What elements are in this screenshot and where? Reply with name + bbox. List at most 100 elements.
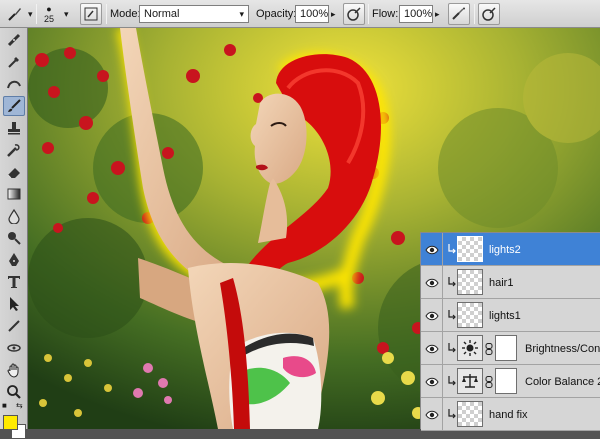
- eye-visibility-icon[interactable]: [421, 398, 443, 431]
- gradient-tool[interactable]: [3, 184, 25, 204]
- chevron-right-icon: ▸: [435, 8, 440, 19]
- flow-input[interactable]: 100%: [399, 5, 433, 23]
- zoom-tool[interactable]: [3, 382, 25, 402]
- tools-panel: ■ ⇆: [0, 28, 28, 439]
- healing-brush-tool[interactable]: [3, 30, 25, 50]
- tablet-pressure-icon: [347, 7, 361, 21]
- layer-thumbnail[interactable]: [457, 236, 483, 262]
- patch-tool[interactable]: [3, 74, 25, 94]
- eye-visibility-icon[interactable]: [421, 332, 443, 365]
- airbrush-button[interactable]: [448, 3, 470, 25]
- patch-icon: [7, 80, 21, 89]
- layer-thumbnail[interactable]: [457, 302, 483, 328]
- tablet-pressure-icon: [482, 7, 496, 21]
- swap-colors-icon[interactable]: ⇆: [16, 401, 23, 410]
- clipping-arrow-icon: [447, 309, 457, 321]
- eye-visibility-icon[interactable]: [421, 365, 443, 398]
- sun-icon: [457, 335, 483, 361]
- layer-row[interactable]: hair1: [421, 266, 600, 299]
- eye-visibility-icon[interactable]: [421, 299, 443, 332]
- brush-tool[interactable]: [3, 96, 25, 116]
- eraser-icon: [7, 168, 20, 179]
- divider: [106, 4, 107, 24]
- color-sampler-tool[interactable]: [3, 52, 25, 72]
- clipping-arrow-icon: [447, 408, 457, 420]
- layer-name: hand fix: [489, 408, 528, 421]
- eraser-tool[interactable]: [3, 162, 25, 182]
- layer-row[interactable]: lights2: [421, 233, 600, 266]
- balance-scale-icon: [457, 368, 483, 394]
- brush-size: 25: [44, 13, 55, 24]
- divider: [474, 4, 475, 24]
- brush-tool-icon: [4, 3, 26, 25]
- eye-visibility-icon[interactable]: [421, 233, 443, 266]
- options-bar: ▾ ● 25 ▾ Mode: Normal ▾ Opacity: 100% ▸: [0, 0, 600, 28]
- divider: [368, 4, 369, 24]
- dodge-icon: [8, 232, 21, 245]
- clipping-arrow-icon: [447, 243, 457, 255]
- flow-slider-toggle[interactable]: ▸: [435, 0, 440, 28]
- pen-nib-icon: [9, 253, 19, 266]
- layer-name: Color Balance 2: [525, 375, 600, 388]
- opacity-slider-toggle[interactable]: ▸: [331, 0, 336, 28]
- type-icon: [8, 276, 20, 288]
- pen-tool[interactable]: [3, 250, 25, 270]
- layer-name: lights1: [489, 309, 521, 322]
- chevron-down-icon: ▾: [239, 8, 244, 19]
- opacity-label: Opacity:: [256, 8, 297, 20]
- line-tool[interactable]: [3, 316, 25, 336]
- clipping-arrow-icon: [447, 342, 457, 354]
- layer-mask-thumbnail[interactable]: [495, 368, 517, 394]
- swap-colors-row: ■ ⇆: [2, 401, 26, 412]
- foreground-color-swatch[interactable]: [3, 415, 18, 430]
- clipping-arrow-icon: [447, 276, 457, 288]
- type-tool[interactable]: [3, 272, 25, 292]
- chain-link-icon[interactable]: [485, 343, 493, 355]
- layer-name: lights2: [489, 243, 521, 256]
- layers-panel: lights2 hair1 lights1 Brightness/Con... Colo…: [420, 232, 600, 431]
- line-icon: [8, 320, 20, 332]
- dodge-tool[interactable]: [3, 228, 25, 248]
- chevron-right-icon: ▸: [331, 8, 336, 19]
- layer-mask-thumbnail[interactable]: [495, 335, 517, 361]
- 3d-rotate-icon: [7, 344, 21, 352]
- layer-name: Brightness/Con...: [525, 342, 600, 355]
- airbrush-icon: [452, 7, 465, 20]
- eye-visibility-icon[interactable]: [421, 266, 443, 299]
- layer-row[interactable]: lights1: [421, 299, 600, 332]
- history-brush-tool[interactable]: [3, 140, 25, 160]
- flow-value: 100%: [404, 8, 433, 20]
- chain-link-icon[interactable]: [485, 376, 493, 388]
- clone-stamp-tool[interactable]: [3, 118, 25, 138]
- blur-tool[interactable]: [3, 206, 25, 226]
- brush-panel-icon: [84, 7, 98, 21]
- pressure-opacity-button[interactable]: [343, 3, 365, 25]
- history-brush-icon: [7, 144, 20, 157]
- default-colors-icon[interactable]: ■: [2, 401, 7, 410]
- chevron-down-icon: ▾: [28, 8, 33, 19]
- layer-row[interactable]: hand fix: [421, 398, 600, 431]
- brush-picker-arrow[interactable]: ▾: [64, 0, 69, 28]
- clipping-arrow-icon: [447, 375, 457, 387]
- stamp-icon: [8, 122, 20, 135]
- brush-dot-icon: ●: [46, 3, 52, 14]
- layer-row[interactable]: Brightness/Con...: [421, 332, 600, 365]
- hand-tool[interactable]: [3, 360, 25, 380]
- opacity-input[interactable]: 100%: [295, 5, 329, 23]
- flow-label: Flow:: [372, 8, 399, 20]
- brush-panel-toggle-button[interactable]: [80, 3, 102, 25]
- bandage-icon: [7, 33, 21, 47]
- mode-label: Mode:: [110, 8, 141, 20]
- gradient-icon: [7, 188, 21, 200]
- 3d-rotate-tool[interactable]: [3, 338, 25, 358]
- hand-icon: [7, 363, 19, 378]
- layer-row[interactable]: Color Balance 2: [421, 365, 600, 398]
- divider: [36, 4, 37, 24]
- layer-thumbnail[interactable]: [457, 401, 483, 427]
- layer-thumbnail[interactable]: [457, 269, 483, 295]
- path-selection-tool[interactable]: [3, 294, 25, 314]
- tool-preset-picker[interactable]: ▾: [4, 0, 33, 28]
- pressure-size-button[interactable]: [478, 3, 500, 25]
- mode-select[interactable]: Normal ▾: [139, 5, 249, 23]
- brush-picker[interactable]: ● 25: [44, 0, 54, 28]
